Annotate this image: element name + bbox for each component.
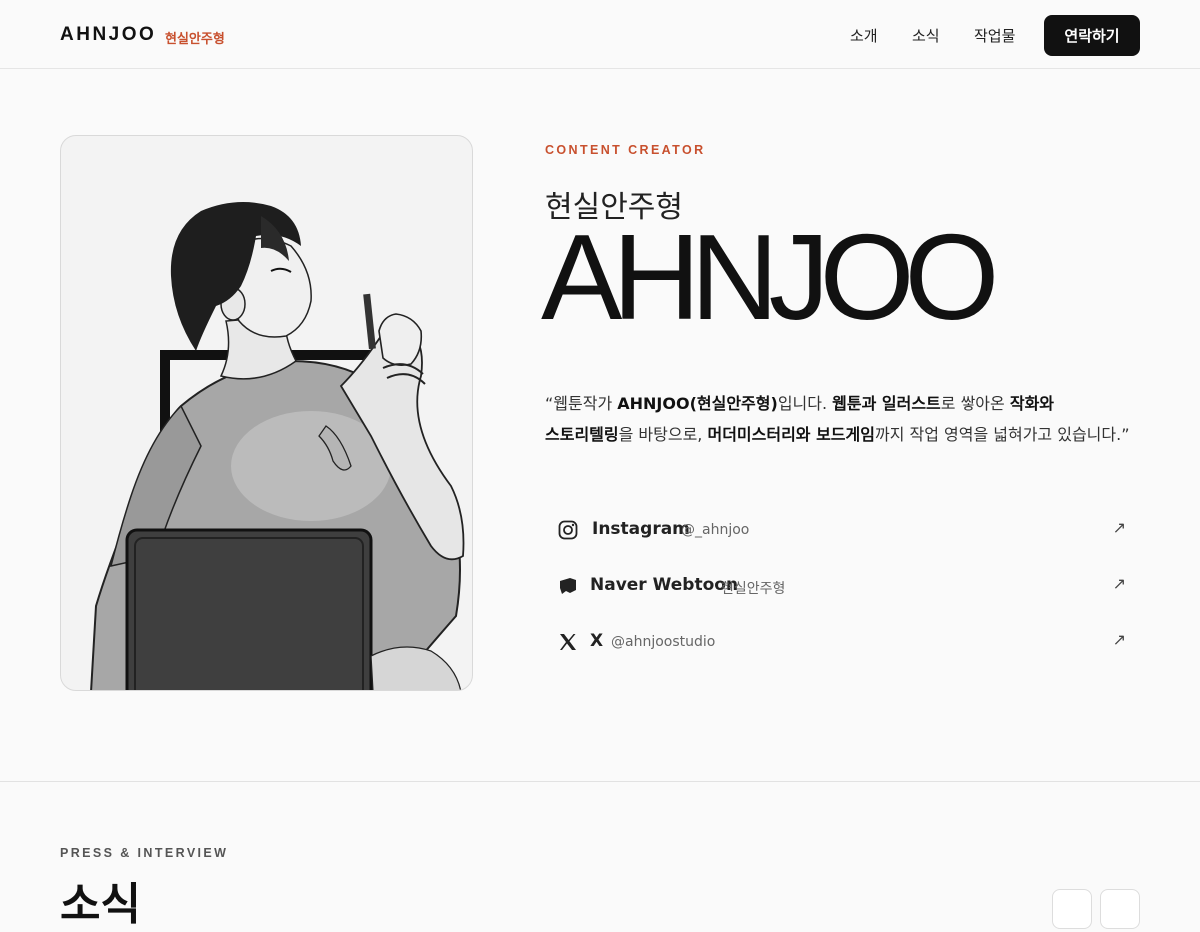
social-handle: @ahnjoostudio — [611, 634, 716, 650]
next-button[interactable] — [1100, 889, 1140, 929]
social-handle: @_ahnjoo — [681, 522, 750, 538]
quote-bold: 머더미스터리와 보드게임 — [707, 425, 875, 444]
quote-bold: 스토리텔링 — [545, 425, 619, 444]
social-link-naver-webtoon[interactable]: Naver Webtoon 현실안주형 ↗ — [545, 558, 1140, 614]
portrait-card — [60, 135, 473, 691]
external-link-icon: ↗ — [1112, 518, 1126, 537]
quote-bold: 웹툰과 일러스트 — [832, 394, 941, 413]
section-eyebrow: CONTENT CREATOR — [545, 143, 706, 157]
nav-news[interactable]: 소식 — [912, 25, 940, 46]
contact-button[interactable]: 연락하기 — [1044, 15, 1140, 56]
social-link-x[interactable]: X @ahnjoostudio ↗ — [545, 614, 1140, 670]
prev-button[interactable] — [1052, 889, 1092, 929]
x-icon — [560, 634, 576, 650]
quote-text: 로 쌓아온 — [940, 394, 1010, 413]
logo[interactable]: AHNJOO — [60, 24, 156, 46]
naver-webtoon-icon — [560, 578, 576, 594]
quote-bold: 작화와 — [1009, 394, 1055, 413]
nav-works[interactable]: 작업물 — [974, 25, 1015, 46]
quote-bold: AHNJOO(현실안주형) — [617, 394, 778, 413]
news-title: 소식 — [60, 879, 141, 930]
intro-quote: “웹툰작가 AHNJOO(현실안주형)입니다. 웹툰과 일러스트로 쌓아온 작화… — [545, 388, 1145, 450]
social-link-instagram[interactable]: Instagram @_ahnjoo ↗ — [545, 502, 1140, 558]
social-name: Instagram — [592, 519, 690, 539]
section-divider — [0, 781, 1200, 782]
hero-name: AHNJOO — [541, 209, 999, 345]
social-name: Naver Webtoon — [590, 575, 739, 595]
external-link-icon: ↗ — [1112, 630, 1126, 649]
social-name: X — [590, 631, 604, 651]
external-link-icon: ↗ — [1112, 574, 1126, 593]
nav-about[interactable]: 소개 — [850, 25, 878, 46]
instagram-icon — [558, 520, 578, 540]
news-eyebrow: PRESS & INTERVIEW — [60, 846, 229, 860]
quote-text: 을 바탕으로, — [618, 425, 708, 444]
quote-text: 입니다. — [777, 394, 833, 413]
quote-text: “웹툰작가 — [545, 394, 618, 413]
artist-illustration — [90, 202, 465, 690]
site-header: AHNJOO 현실안주형 소개 소식 작업물 연락하기 — [0, 0, 1200, 69]
logo-subtitle: 현실안주형 — [165, 32, 225, 47]
social-handle: 현실안주형 — [721, 581, 786, 597]
quote-text: 까지 작업 영역을 넓혀가고 있습니다.” — [874, 425, 1130, 444]
